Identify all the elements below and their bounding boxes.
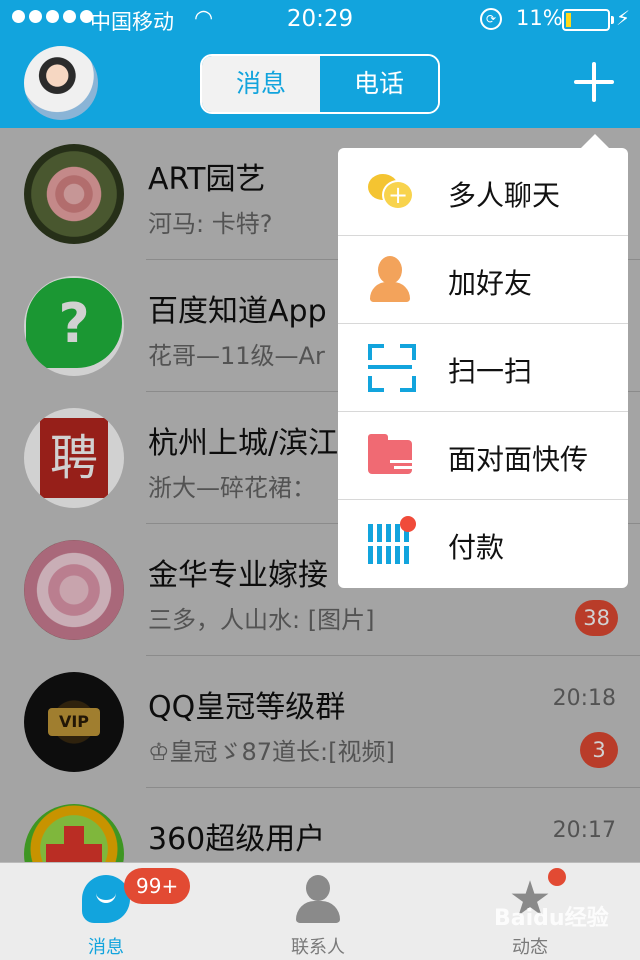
add-friend-icon: + — [368, 256, 416, 304]
tab-calls[interactable]: 电话 — [320, 56, 438, 112]
tab-label: 消息 — [88, 937, 124, 958]
battery-percent: 11% — [516, 6, 563, 30]
menu-item-group-chat[interactable]: + 多人聊天 — [338, 148, 628, 236]
payment-icon — [368, 516, 416, 568]
header-segmented-control: 消息 电话 — [200, 54, 440, 114]
charging-icon: ⚡ — [616, 6, 631, 30]
message-bubble-icon — [82, 875, 130, 923]
scan-icon — [368, 344, 416, 392]
menu-item-payment[interactable]: 付款 — [338, 500, 628, 588]
menu-item-add-friend[interactable]: + 加好友 — [338, 236, 628, 324]
status-bar: 中国移动 ◠ 20:29 ⟳ 11% ⚡ — [0, 0, 640, 40]
tab-messages[interactable]: 消息 — [202, 56, 320, 112]
menu-item-label: 加好友 — [448, 267, 533, 300]
tab-bar-contacts[interactable]: 联系人 — [258, 863, 378, 960]
menu-item-label: 付款 — [448, 531, 505, 564]
plus-icon[interactable] — [574, 62, 614, 102]
battery-icon — [562, 9, 614, 31]
tab-label: 联系人 — [291, 937, 345, 958]
tab-new-dot — [548, 868, 566, 886]
folder-transfer-icon — [368, 432, 416, 480]
watermark: Baidu经验 — [494, 906, 609, 931]
tab-label: 动态 — [512, 937, 548, 958]
rotation-lock-icon: ⟳ — [480, 8, 502, 30]
person-icon — [294, 875, 342, 923]
menu-item-label: 面对面快传 — [448, 443, 589, 476]
menu-item-label: 多人聊天 — [448, 179, 561, 212]
group-chat-icon: + — [368, 168, 416, 216]
menu-item-label: 扫一扫 — [448, 355, 533, 388]
plus-popup-menu: + 多人聊天 + 加好友 扫一扫 面对面快传 付款 — [338, 134, 628, 588]
new-dot-indicator — [400, 516, 416, 532]
menu-item-face-to-face-transfer[interactable]: 面对面快传 — [338, 412, 628, 500]
tab-unread-badge: 99+ — [124, 868, 191, 904]
my-avatar[interactable] — [24, 46, 98, 120]
menu-item-scan[interactable]: 扫一扫 — [338, 324, 628, 412]
top-bar: 中国移动 ◠ 20:29 ⟳ 11% ⚡ 消息 电话 — [0, 0, 640, 128]
